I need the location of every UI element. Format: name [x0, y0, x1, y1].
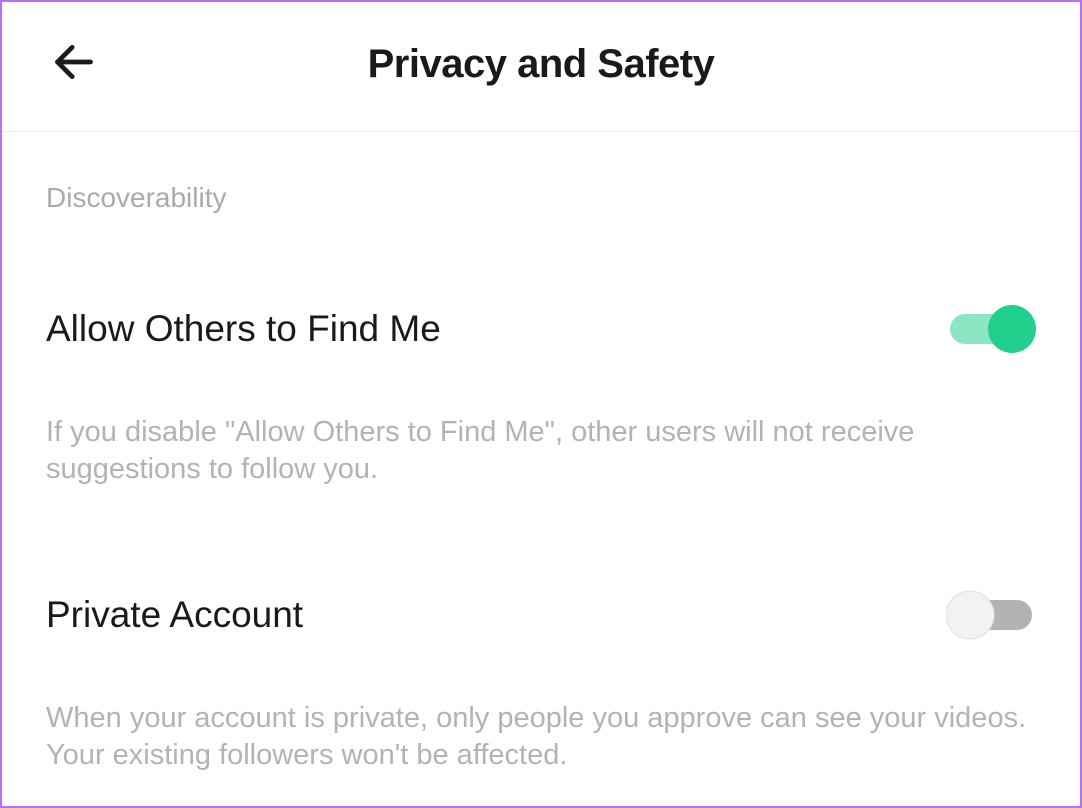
- toggle-on-icon: [946, 300, 1036, 358]
- settings-content: Discoverability Allow Others to Find Me …: [2, 132, 1080, 774]
- page-header: Privacy and Safety: [2, 2, 1080, 132]
- toggle-off-icon: [946, 586, 1036, 644]
- arrow-left-icon: [52, 40, 96, 89]
- toggle-find-me[interactable]: [946, 300, 1036, 358]
- back-button[interactable]: [50, 41, 98, 89]
- setting-description-find-me: If you disable "Allow Others to Find Me"…: [46, 414, 1036, 488]
- setting-description-private-account: When your account is private, only peopl…: [46, 700, 1036, 774]
- setting-label-find-me: Allow Others to Find Me: [46, 308, 441, 350]
- toggle-private-account[interactable]: [946, 586, 1036, 644]
- section-header-discoverability: Discoverability: [46, 182, 1036, 214]
- setting-label-private-account: Private Account: [46, 594, 303, 636]
- page-title: Privacy and Safety: [50, 42, 1032, 87]
- setting-row-find-me: Allow Others to Find Me: [46, 300, 1036, 358]
- setting-row-private-account: Private Account: [46, 586, 1036, 644]
